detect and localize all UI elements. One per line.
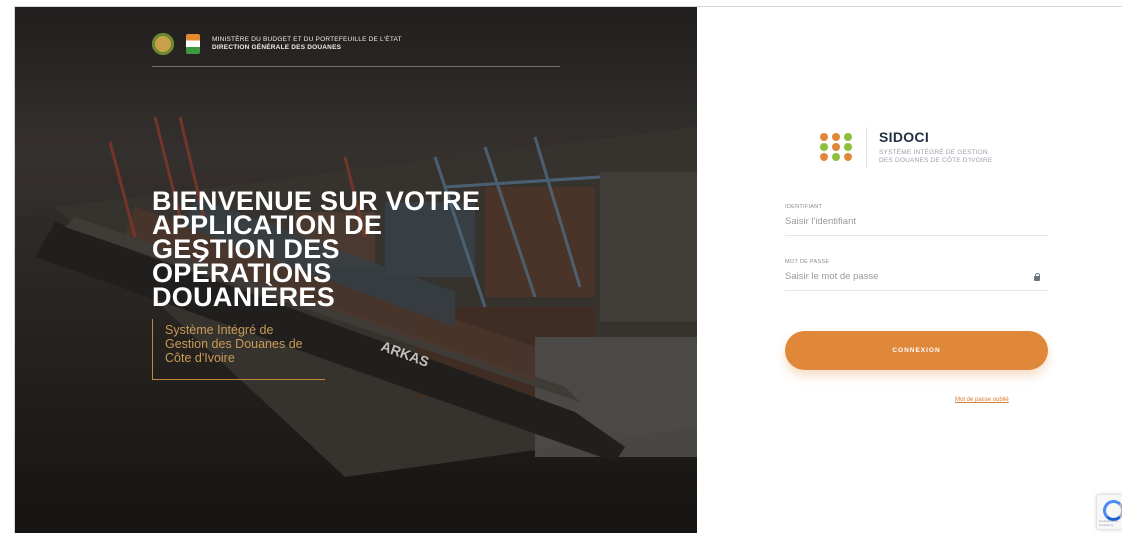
hero-divider xyxy=(152,66,560,67)
logo-dot xyxy=(820,153,828,161)
welcome-subtitle-line: Gestion des Douanes de xyxy=(165,337,303,351)
welcome-subtitle: Système Intégré de Gestion des Douanes d… xyxy=(152,319,325,380)
ministry-line-2: DIRECTION GÉNÉRALE DES DOUANES xyxy=(212,44,342,51)
brand-text: SIDOCI SYSTÈME INTÉGRÉ DE GESTION DES DO… xyxy=(879,129,992,165)
brand-block: SIDOCI SYSTÈME INTÉGRÉ DE GESTION DES DO… xyxy=(820,127,992,167)
forgot-password-link[interactable]: Mot de passe oublié xyxy=(955,397,1009,403)
logo-dot xyxy=(844,153,852,161)
welcome-subtitle-line: Système Intégré de xyxy=(165,323,274,337)
password-field: MOT DE PASSE xyxy=(785,259,1048,291)
welcome-title-line: DOUANIÈRES xyxy=(152,282,336,312)
customs-emblem-icon xyxy=(186,34,200,54)
login-page: ARKAS MINISTÈRE DU BUDGET ET DU PORTEFEU… xyxy=(0,0,1122,533)
sidoci-logo-icon xyxy=(820,129,854,165)
logo-dot xyxy=(844,133,852,141)
logo-dot xyxy=(832,143,840,151)
logo-dot xyxy=(820,143,828,151)
connexion-button[interactable]: CONNEXION xyxy=(785,331,1048,370)
logo-dot xyxy=(832,133,840,141)
brand-divider xyxy=(866,127,867,167)
identifier-input[interactable] xyxy=(785,210,1048,236)
logo-dot xyxy=(832,153,840,161)
coat-of-arms-icon xyxy=(152,33,174,55)
welcome-title: BIENVENUE SUR VOTRE APPLICATION DE GESTI… xyxy=(152,188,492,312)
logo-dot xyxy=(820,133,828,141)
password-input[interactable] xyxy=(785,265,1048,291)
ministry-line-1: MINISTÈRE DU BUDGET ET DU PORTEFEUILLE D… xyxy=(212,36,402,43)
lock-icon xyxy=(1034,273,1040,281)
identifier-field: IDENTIFIANT xyxy=(785,204,1048,236)
brand-tagline-line: SYSTÈME INTÉGRÉ DE GESTION xyxy=(879,149,988,156)
ministry-text: MINISTÈRE DU BUDGET ET DU PORTEFEUILLE D… xyxy=(212,36,402,52)
brand-tagline-line: DES DOUANES DE CÔTE D'IVOIRE xyxy=(879,157,993,164)
recaptcha-icon xyxy=(1103,500,1122,521)
recaptcha-text: Confidentialité - Conditions xyxy=(1099,519,1120,527)
logo-dot xyxy=(844,143,852,151)
brand-tagline: SYSTÈME INTÉGRÉ DE GESTION DES DOUANES D… xyxy=(879,149,992,165)
hero-header: MINISTÈRE DU BUDGET ET DU PORTEFEUILLE D… xyxy=(152,29,402,59)
recaptcha-badge[interactable]: Confidentialité - Conditions xyxy=(1096,494,1122,530)
hero-panel: ARKAS MINISTÈRE DU BUDGET ET DU PORTEFEU… xyxy=(15,7,697,533)
welcome-subtitle-line: Côte d'Ivoire xyxy=(165,351,235,365)
brand-name: SIDOCI xyxy=(879,129,930,145)
